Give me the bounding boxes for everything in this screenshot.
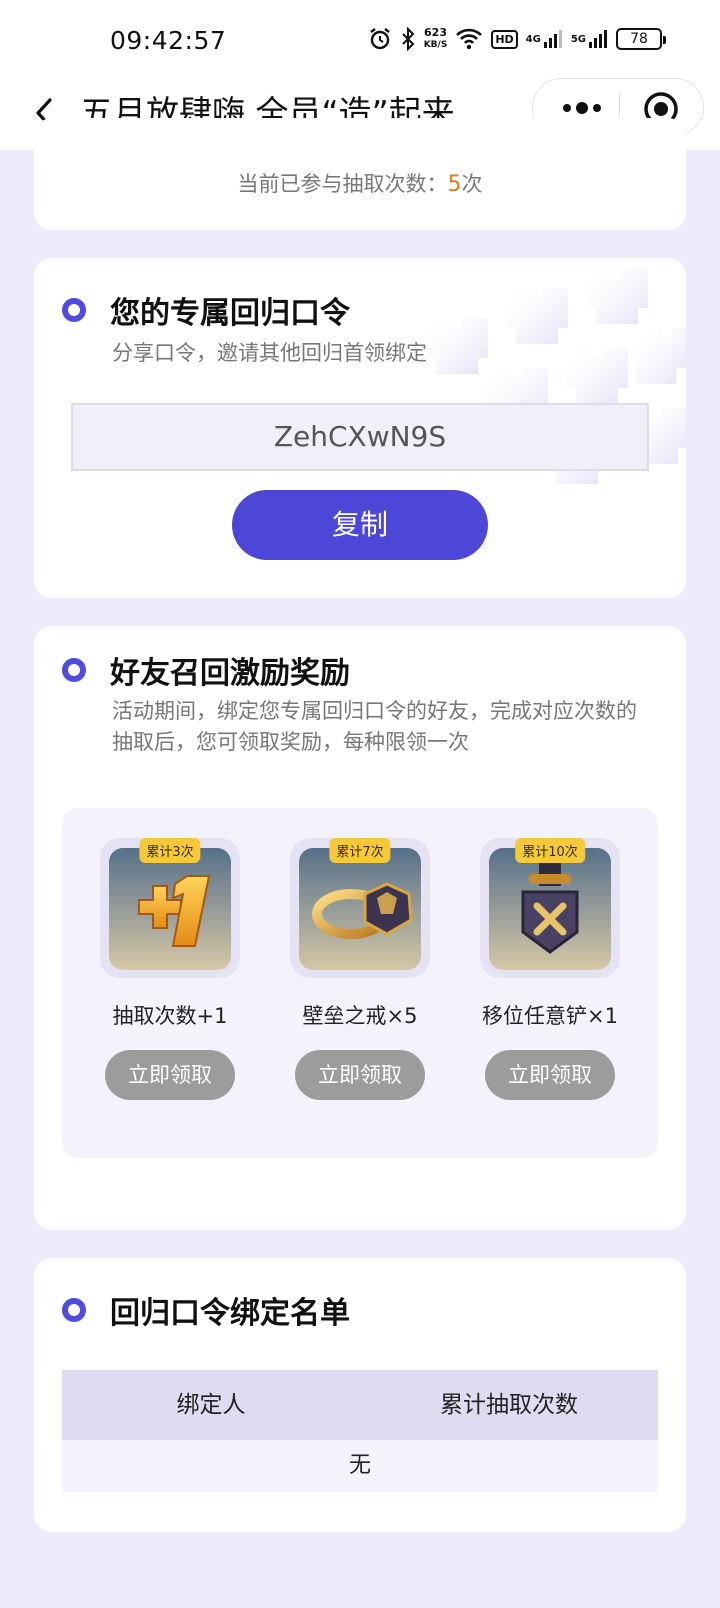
section-dot-icon — [62, 1298, 86, 1322]
reward-card: 好友召回激励奖励 活动期间，绑定您专属回归口令的好友，完成对应次数的抽取后，您可… — [34, 626, 686, 1230]
ring-icon — [299, 848, 421, 970]
participation-unit: 次 — [461, 172, 483, 196]
more-dots-icon — [563, 102, 601, 114]
claim-button[interactable]: 立即领取 — [295, 1050, 425, 1100]
signal-5g-icon: 5G — [571, 29, 608, 49]
reward-item: 累计7次 壁垒之戒×5 立即领取 — [290, 838, 430, 1100]
status-icons: 623 KB/S HD 4G 5G 78 — [368, 24, 666, 54]
reward-name: 抽取次数+1 — [112, 1004, 228, 1028]
column-header-binder: 绑定人 — [176, 1392, 246, 1418]
signal-4g-icon: 4G — [526, 29, 563, 49]
binding-list-card: 回归口令绑定名单 绑定人 累计抽取次数 无 — [34, 1258, 686, 1532]
section-dot-icon — [62, 658, 86, 682]
participation-label: 当前已参与抽取次数： — [237, 172, 448, 196]
bluetooth-icon — [400, 27, 416, 51]
plus-one-icon — [109, 848, 231, 970]
code-section-subtitle: 分享口令，邀请其他回归首领绑定 — [112, 341, 427, 365]
section-dot-icon — [62, 298, 86, 322]
return-code-card: 您的专属回归口令 分享口令，邀请其他回归首领绑定 ZehCXwN9S 复制 — [34, 258, 686, 598]
hd-icon: HD — [491, 29, 518, 49]
battery-icon: 78 — [616, 28, 666, 50]
code-section-header: 您的专属回归口令 — [62, 288, 350, 332]
participation-count-text: 当前已参与抽取次数：5次 — [34, 168, 686, 198]
reward-section-subtitle: 活动期间，绑定您专属回归口令的好友，完成对应次数的抽取后，您可领取奖励，每种限领… — [112, 699, 637, 754]
reward-name: 移位任意铲×1 — [482, 1004, 618, 1028]
reward-image-frame: 累计3次 — [100, 838, 240, 978]
column-header-draw-count: 累计抽取次数 — [440, 1392, 578, 1418]
binding-section-title: 回归口令绑定名单 — [110, 1296, 350, 1331]
reward-badge: 累计3次 — [139, 838, 201, 863]
reward-badge: 累计10次 — [515, 838, 585, 863]
more-menu-button[interactable] — [557, 97, 607, 119]
claim-button[interactable]: 立即领取 — [485, 1050, 615, 1100]
alarm-icon — [368, 27, 392, 51]
copy-button[interactable]: 复制 — [232, 490, 488, 560]
reward-section-title: 好友召回激励奖励 — [110, 656, 350, 691]
status-time: 09:42:57 — [110, 26, 227, 55]
reward-badge: 累计7次 — [329, 838, 391, 863]
claim-button[interactable]: 立即领取 — [105, 1050, 235, 1100]
table-header: 绑定人 累计抽取次数 — [62, 1370, 658, 1440]
participation-count: 5 — [447, 172, 462, 197]
shovel-icon — [489, 848, 611, 970]
code-section-title: 您的专属回归口令 — [110, 296, 350, 331]
reward-image-frame: 累计10次 — [480, 838, 620, 978]
network-speed: 623 KB/S — [423, 26, 448, 50]
participation-card: 当前已参与抽取次数：5次 — [34, 118, 686, 230]
wifi-icon — [455, 28, 483, 50]
reward-item: 累计3次 抽取次数+1 立即领取 — [100, 838, 240, 1100]
binding-section-header: 回归口令绑定名单 — [62, 1288, 350, 1332]
reward-name: 壁垒之戒×5 — [302, 1004, 418, 1028]
status-bar: 09:42:57 623 KB/S HD 4G 5G 78 — [0, 0, 720, 78]
return-code-field[interactable]: ZehCXwN9S — [71, 403, 649, 471]
reward-image-frame: 累计7次 — [290, 838, 430, 978]
table-empty-row: 无 — [62, 1440, 658, 1492]
binding-table: 绑定人 累计抽取次数 无 — [62, 1370, 658, 1492]
reward-item: 累计10次 移位任意铲×1 立即领取 — [480, 838, 620, 1100]
reward-section-header: 好友召回激励奖励 — [62, 648, 350, 692]
reward-panel: 累计3次 抽取次数+1 立即领取 累计7次 壁垒之戒×5 立即领取 累计10次 … — [62, 808, 658, 1158]
